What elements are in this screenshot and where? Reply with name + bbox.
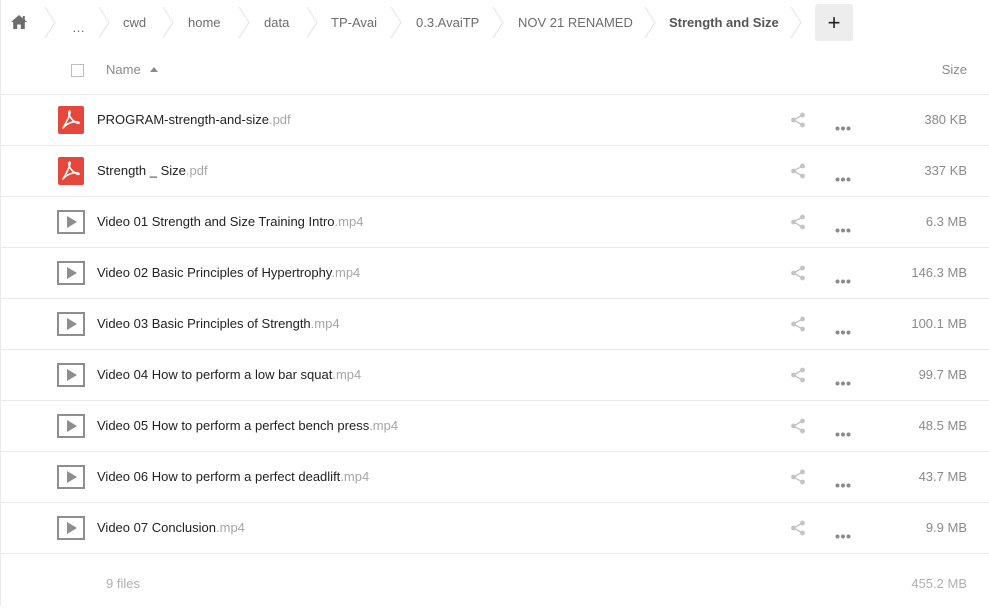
- file-extension: .mp4: [310, 316, 340, 331]
- file-name[interactable]: Video 04 How to perform a low bar squat.…: [97, 350, 361, 400]
- breadcrumb-item-tp-avai[interactable]: TP-Avai: [331, 0, 377, 45]
- share-icon[interactable]: [790, 265, 806, 281]
- video-play-icon: [57, 208, 85, 236]
- file-count: 9 files: [106, 576, 140, 591]
- add-button[interactable]: +: [815, 4, 853, 41]
- file-name-base: PROGRAM-strength-and-size: [97, 112, 269, 127]
- file-extension: .pdf: [268, 112, 291, 127]
- video-play-icon: [57, 259, 85, 287]
- breadcrumb-item-ellipsis[interactable]: …: [72, 5, 85, 50]
- file-name-base: Video 04 How to perform a low bar squat: [97, 367, 333, 382]
- file-row[interactable]: Video 04 How to perform a low bar squat.…: [0, 350, 989, 401]
- more-icon[interactable]: [835, 475, 851, 488]
- file-extension: .pdf: [185, 163, 208, 178]
- breadcrumb-item-avaitp[interactable]: 0.3.AvaiTP: [416, 0, 479, 45]
- file-extension: .mp4: [331, 265, 361, 280]
- file-row[interactable]: Video 01 Strength and Size Training Intr…: [0, 197, 989, 248]
- file-size: 9.9 MB: [925, 520, 967, 535]
- share-icon[interactable]: [790, 469, 806, 485]
- file-row[interactable]: Video 05 How to perform a perfect bench …: [0, 401, 989, 452]
- file-size: 100.1 MB: [911, 316, 967, 331]
- more-icon[interactable]: [835, 373, 851, 386]
- breadcrumb: … cwd home data TP-Avai 0.3.AvaiTP NOV 2…: [0, 0, 989, 45]
- file-name-base: Video 06 How to perform a perfect deadli…: [97, 469, 341, 484]
- file-extension: .mp4: [334, 214, 364, 229]
- share-icon[interactable]: [790, 520, 806, 536]
- file-size: 380 KB: [924, 112, 967, 127]
- file-row[interactable]: Strength _ Size.pdf 337 KB: [0, 146, 989, 197]
- file-name-base: Video 01 Strength and Size Training Intr…: [97, 214, 335, 229]
- file-name-base: Strength _ Size: [97, 163, 186, 178]
- share-icon[interactable]: [790, 316, 806, 332]
- pdf-icon: [57, 106, 85, 134]
- summary-row: 9 files 455.2 MB: [0, 555, 989, 606]
- file-name-base: Video 03 Basic Principles of Strength: [97, 316, 311, 331]
- file-list: PROGRAM-strength-and-size.pdf 380 KB Stren…: [0, 95, 989, 554]
- more-icon[interactable]: [835, 424, 851, 437]
- file-name-base: Video 07 Conclusion: [97, 520, 217, 535]
- file-name[interactable]: Strength _ Size.pdf: [97, 146, 208, 196]
- share-icon[interactable]: [790, 367, 806, 383]
- file-name[interactable]: Video 07 Conclusion.mp4: [97, 503, 245, 553]
- file-extension: .mp4: [369, 418, 399, 433]
- name-column-header[interactable]: Name: [106, 45, 141, 94]
- table-header: Name Size: [0, 45, 989, 95]
- file-extension: .mp4: [332, 367, 362, 382]
- file-name[interactable]: Video 06 How to perform a perfect deadli…: [97, 452, 369, 502]
- file-row[interactable]: Video 03 Basic Principles of Strength.mp…: [0, 299, 989, 350]
- file-name-base: Video 02 Basic Principles of Hypertrophy: [97, 265, 332, 280]
- file-row[interactable]: Video 02 Basic Principles of Hypertrophy…: [0, 248, 989, 299]
- file-extension: .mp4: [340, 469, 370, 484]
- file-size: 146.3 MB: [911, 265, 967, 280]
- file-size: 43.7 MB: [918, 469, 967, 484]
- more-icon[interactable]: [835, 322, 851, 335]
- total-size: 455.2 MB: [911, 576, 967, 591]
- more-icon[interactable]: [835, 526, 851, 539]
- more-icon[interactable]: [835, 220, 851, 233]
- file-name[interactable]: Video 02 Basic Principles of Hypertrophy…: [97, 248, 360, 298]
- file-size: 48.5 MB: [918, 418, 967, 433]
- file-name[interactable]: PROGRAM-strength-and-size.pdf: [97, 95, 291, 145]
- file-row[interactable]: Video 06 How to perform a perfect deadli…: [0, 452, 989, 503]
- select-all-checkbox[interactable]: [71, 64, 84, 77]
- video-play-icon: [57, 310, 85, 338]
- more-icon[interactable]: [835, 271, 851, 284]
- file-name[interactable]: Video 01 Strength and Size Training Intr…: [97, 197, 363, 247]
- file-name-base: Video 05 How to perform a perfect bench …: [97, 418, 370, 433]
- video-play-icon: [57, 412, 85, 440]
- more-icon[interactable]: [835, 169, 851, 182]
- file-extension: .mp4: [216, 520, 245, 535]
- breadcrumb-item-current[interactable]: Strength and Size: [669, 0, 779, 45]
- share-icon[interactable]: [790, 214, 806, 230]
- sort-ascending-icon: [150, 67, 158, 72]
- breadcrumb-item-data[interactable]: data: [264, 0, 289, 45]
- home-icon[interactable]: [10, 13, 28, 31]
- size-column-header[interactable]: Size: [942, 45, 967, 94]
- pdf-icon: [57, 157, 85, 185]
- breadcrumb-item-home[interactable]: home: [188, 0, 221, 45]
- file-row[interactable]: PROGRAM-strength-and-size.pdf 380 KB: [0, 95, 989, 146]
- file-size: 337 KB: [924, 163, 967, 178]
- breadcrumb-item-nov21[interactable]: NOV 21 RENAMED: [518, 0, 633, 45]
- file-name[interactable]: Video 03 Basic Principles of Strength.mp…: [97, 299, 340, 349]
- file-name[interactable]: Video 05 How to perform a perfect bench …: [97, 401, 398, 451]
- share-icon[interactable]: [790, 163, 806, 179]
- video-play-icon: [57, 463, 85, 491]
- more-icon[interactable]: [835, 118, 851, 131]
- video-play-icon: [57, 514, 85, 542]
- file-size: 99.7 MB: [918, 367, 967, 382]
- share-icon[interactable]: [790, 418, 806, 434]
- share-icon[interactable]: [790, 112, 806, 128]
- breadcrumb-item-cwd[interactable]: cwd: [123, 0, 146, 45]
- file-size: 6.3 MB: [925, 214, 967, 229]
- file-row[interactable]: Video 07 Conclusion.mp4 9.9 MB: [0, 503, 989, 554]
- video-play-icon: [57, 361, 85, 389]
